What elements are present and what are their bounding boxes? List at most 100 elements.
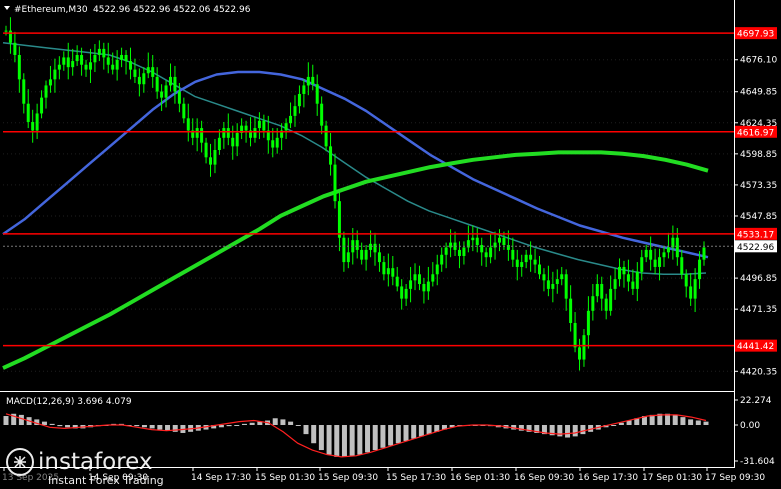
candle-body: [271, 140, 275, 148]
macd-tick-label: 0.00: [740, 421, 760, 431]
candle-body: [435, 264, 439, 275]
time-tick-label: 17 Sep 09:30: [705, 473, 765, 483]
candle-body: [609, 288, 613, 311]
candle-body: [564, 274, 568, 299]
macd-bar: [649, 414, 655, 425]
candle-body: [217, 137, 221, 151]
candle-body: [658, 257, 662, 267]
macd-bar: [680, 417, 686, 425]
candle-body: [626, 274, 630, 282]
candle-body: [569, 298, 573, 323]
macd-bar: [565, 425, 571, 438]
candle-body: [364, 249, 368, 260]
candle-body: [173, 76, 177, 92]
current-price-label: 4522.96: [737, 243, 774, 253]
candle-body: [426, 281, 430, 292]
candle-body: [684, 274, 688, 287]
candle-body: [284, 123, 288, 131]
candle-body: [395, 276, 399, 287]
candle-body: [591, 296, 595, 311]
candle-body: [440, 254, 444, 265]
candle-body: [520, 262, 524, 267]
macd-bar: [703, 421, 709, 425]
time-tick-label: 15 Sep 01:30: [255, 473, 315, 483]
candle-body: [177, 91, 181, 104]
macd-bar: [234, 425, 240, 426]
candle-body: [457, 249, 461, 256]
macd-bar: [57, 425, 63, 427]
candle-body: [44, 85, 48, 98]
candle-body: [542, 274, 546, 281]
candle-body: [538, 264, 542, 275]
symbol-label: #Ethereum,M30: [14, 5, 88, 15]
macd-bar: [688, 419, 694, 425]
candle-body: [342, 237, 346, 263]
macd-bar: [365, 425, 371, 453]
candle-body: [680, 257, 684, 275]
candle-body: [698, 259, 702, 280]
macd-bar: [372, 425, 378, 451]
candle-body: [417, 274, 421, 285]
candle-body: [551, 284, 555, 289]
macd-bar: [334, 425, 340, 457]
price-tick-label: 4547.85: [740, 212, 777, 222]
candle-body: [506, 245, 510, 250]
candle-body: [120, 54, 124, 60]
candle-body: [582, 335, 586, 360]
candle-body: [213, 150, 217, 165]
candle-body: [489, 247, 493, 258]
macd-bar: [149, 425, 155, 429]
candle-body: [640, 257, 644, 272]
candle-body: [26, 103, 30, 122]
candle-body: [182, 103, 186, 119]
candle-body: [533, 259, 537, 265]
candle-body: [80, 54, 84, 65]
price-tick-label: 4471.35: [740, 305, 777, 315]
macd-bar: [295, 425, 301, 426]
macd-bar: [165, 425, 171, 431]
macd-bar: [272, 418, 278, 425]
candle-body: [355, 240, 359, 250]
candle-body: [302, 85, 306, 94]
candle-body: [462, 247, 466, 256]
candle-body: [386, 268, 390, 275]
macd-bar: [3, 416, 9, 425]
candle-body: [226, 128, 230, 138]
macd-label: MACD(12,26,9) 3.696 4.079: [6, 397, 132, 407]
price-tick-label: 4624.35: [740, 119, 777, 129]
macd-tick-label: -31.604: [740, 457, 775, 467]
candle-body: [124, 54, 128, 62]
candle-body: [97, 48, 101, 55]
candle-body: [360, 249, 364, 260]
candle-body: [289, 115, 293, 124]
candle-body: [168, 76, 172, 86]
price-tick-label: 4649.85: [740, 88, 777, 98]
candle-body: [71, 61, 75, 68]
candle-body: [666, 247, 670, 253]
candle-body: [511, 249, 515, 260]
candle-body: [231, 137, 235, 147]
candle-body: [662, 252, 666, 258]
macd-bar: [418, 425, 424, 437]
candle-body: [115, 59, 119, 70]
candle-body: [155, 76, 159, 92]
candle-body: [53, 69, 57, 80]
candle-body: [66, 57, 70, 68]
candle-body: [262, 120, 266, 131]
candle-body: [400, 286, 404, 299]
candle-body: [62, 57, 66, 65]
level-label: 4697.93: [737, 30, 774, 40]
macd-bar: [49, 423, 55, 425]
candle-body: [573, 322, 577, 348]
macd-tick-label: 22.274: [740, 396, 772, 406]
candle-body: [84, 64, 88, 70]
candle-body: [311, 76, 315, 85]
macd-bar: [572, 425, 578, 437]
candle-body: [422, 284, 426, 292]
candle-body: [133, 69, 137, 77]
candle-body: [146, 67, 150, 74]
candle-body: [529, 254, 533, 260]
candle-body: [689, 286, 693, 299]
candle-body: [524, 254, 528, 263]
macd-bar: [380, 425, 386, 448]
